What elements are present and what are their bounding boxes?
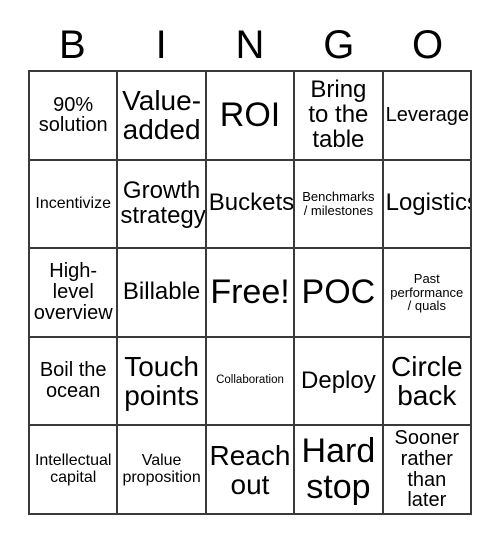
bingo-cell[interactable]: Incentivize bbox=[30, 160, 119, 250]
bingo-cell-label: Sooner rather than later bbox=[394, 427, 460, 512]
bingo-cell[interactable]: Bring to the table bbox=[295, 72, 384, 161]
bingo-cell[interactable]: Growth strategy bbox=[118, 160, 207, 250]
bingo-cell-label: Touch points bbox=[124, 350, 199, 412]
bingo-cell-label: Logistics bbox=[385, 189, 472, 217]
bingo-cell-label: Deploy bbox=[301, 366, 376, 394]
bingo-cell[interactable]: POC bbox=[295, 249, 384, 338]
bingo-cell[interactable]: ROI bbox=[206, 72, 296, 161]
bingo-grid: 90% solution Value- added ROI Bring to the … bbox=[28, 70, 472, 515]
bingo-cell[interactable]: Collaboration bbox=[206, 337, 296, 427]
bingo-cell-label: 90% solution bbox=[38, 93, 108, 137]
bingo-cell-label: Collaboration bbox=[216, 374, 284, 387]
bingo-cell[interactable]: Value proposition bbox=[118, 426, 207, 515]
bingo-cell-label: Growth strategy bbox=[120, 176, 206, 229]
header-letter-o: O bbox=[412, 23, 444, 67]
bingo-cell-label: Intellectual capital bbox=[34, 452, 112, 486]
bingo-cell[interactable]: Sooner rather than later bbox=[383, 426, 472, 515]
bingo-cell[interactable]: Past performance / quals bbox=[383, 249, 472, 338]
bingo-cell-label: Billable bbox=[122, 278, 201, 305]
bingo-header: B I N G O bbox=[28, 20, 472, 70]
bingo-cell[interactable]: Logistics bbox=[383, 160, 472, 250]
bingo-cell-label: Past performance / quals bbox=[390, 271, 464, 314]
bingo-cell[interactable]: Reach out bbox=[206, 426, 296, 515]
bingo-cell-label: Reach out bbox=[209, 439, 291, 500]
bingo-cell[interactable]: Intellectual capital bbox=[30, 426, 119, 515]
bingo-cell[interactable]: Value- added bbox=[118, 72, 207, 161]
bingo-cell[interactable]: Deploy bbox=[295, 337, 384, 427]
bingo-cell-label: High- level overview bbox=[33, 260, 113, 324]
bingo-cell-label: POC bbox=[301, 272, 376, 311]
bingo-cell[interactable]: Touch points bbox=[118, 337, 207, 427]
bingo-cell[interactable]: Benchmarks / milestones bbox=[295, 160, 384, 250]
bingo-cell-label: Incentivize bbox=[35, 194, 111, 212]
bingo-cell-label: Value proposition bbox=[122, 452, 201, 486]
bingo-cell[interactable]: Billable bbox=[118, 249, 207, 338]
bingo-cell-label: Benchmarks / milestones bbox=[302, 189, 375, 218]
bingo-card: B I N G O 90% solution Value- added ROI Bri… bbox=[28, 20, 472, 515]
bingo-cell-label: Hard stop bbox=[301, 432, 376, 506]
bingo-cell-label: Circle back bbox=[391, 350, 463, 412]
header-letter-b: B bbox=[59, 23, 86, 67]
bingo-cell-label: Value- added bbox=[122, 85, 202, 146]
bingo-cell[interactable]: Boil the ocean bbox=[30, 337, 119, 427]
header-letter-g: G bbox=[323, 23, 355, 67]
bingo-cell[interactable]: Buckets bbox=[206, 160, 296, 250]
bingo-cell-label: Boil the ocean bbox=[39, 359, 107, 403]
bingo-cell-label: ROI bbox=[219, 95, 281, 134]
bingo-cell[interactable]: Hard stop bbox=[295, 426, 384, 515]
bingo-cell[interactable]: Circle back bbox=[383, 337, 472, 427]
bingo-cell-label: Bring to the table bbox=[308, 75, 369, 153]
bingo-cell[interactable]: High- level overview bbox=[30, 249, 119, 338]
bingo-cell-label: Buckets bbox=[208, 189, 295, 217]
bingo-cell-label: Leverage bbox=[385, 103, 469, 126]
bingo-cell-label: Free! bbox=[210, 272, 290, 311]
bingo-cell[interactable]: Leverage bbox=[383, 72, 472, 161]
header-letter-n: N bbox=[235, 23, 265, 67]
bingo-cell[interactable]: 90% solution bbox=[30, 72, 119, 161]
bingo-cell[interactable]: Free! bbox=[206, 249, 296, 338]
header-letter-i: I bbox=[155, 23, 167, 67]
